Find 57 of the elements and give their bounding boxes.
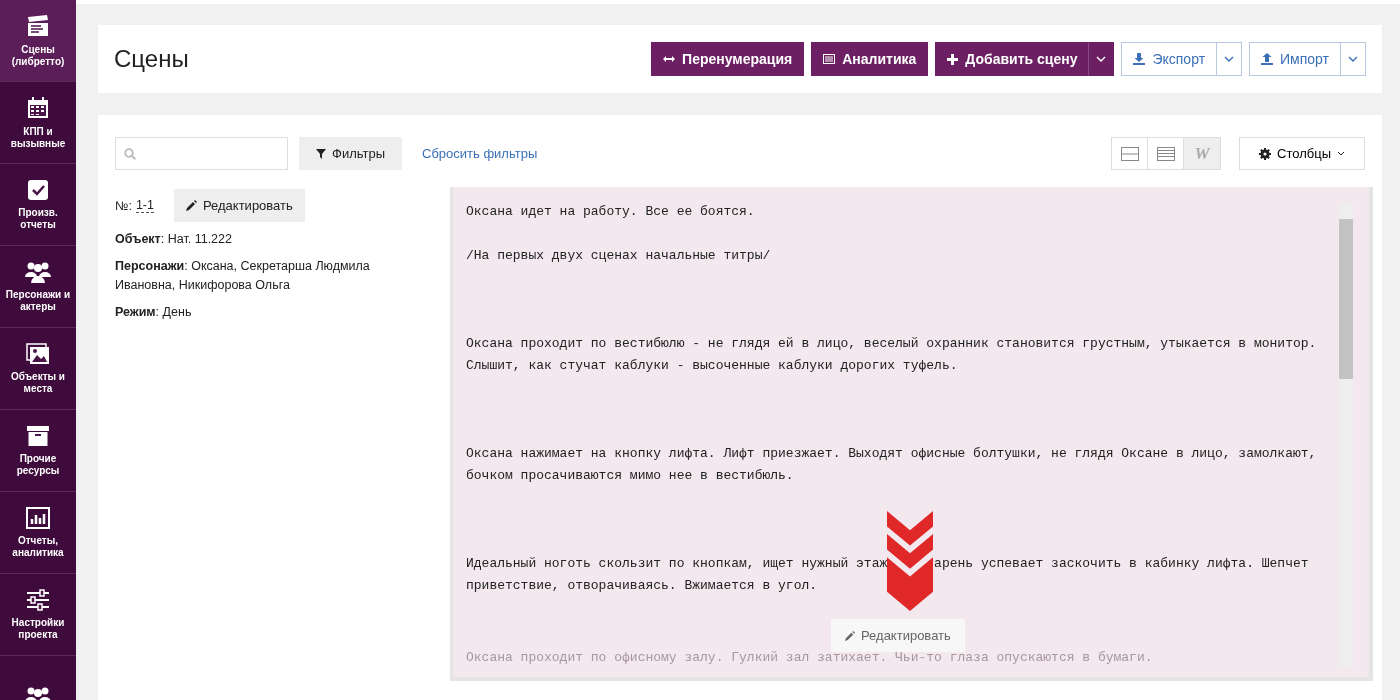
scene-field: Объект: Нат. 11.222	[115, 230, 395, 249]
calendar-icon	[26, 95, 50, 120]
search-field[interactable]	[115, 137, 288, 170]
caret-icon	[1337, 151, 1345, 156]
sidebar-item[interactable]: КПП и вызывные	[0, 82, 76, 164]
plus-icon	[947, 53, 959, 65]
scene-text-paragraph: Оксана проходит по вестибюлю - не глядя ей в лицо, веселый охранник становится грустным, утыкается в монитор. Слышит, как стучат каблуки - высоченные каблуки дорогих туфель.	[466, 335, 1318, 375]
scene-number-link[interactable]: 1-1	[135, 198, 154, 213]
caret-icon	[1224, 56, 1235, 62]
lined-rows-icon	[1156, 146, 1175, 161]
scene-text-paragraph: Идеальный ноготь скользит по кнопкам, ищет нужный этаж арень успевает заскочить в кабинку лифта. Шепчет приветствие, отворачиваясь. Вжимается в угол.	[466, 553, 1325, 597]
toolbar-button[interactable]: Аналитика	[811, 42, 929, 76]
toolbar-button[interactable]: Добавить сцену	[935, 42, 1090, 76]
pencil-icon	[845, 630, 855, 641]
split-rows-icon	[1120, 146, 1139, 161]
page-title: Сцены	[114, 45, 189, 73]
toolbar-button[interactable]: Перенумерация	[651, 42, 805, 76]
sidebar-item[interactable]: Объекты и места	[0, 328, 76, 410]
funnel-icon	[316, 148, 326, 159]
scene-text-paragraph: Оксана проходит по офисному залу. Гулкий зал затихает. Чьи-то глаза опускаются в бумаги.	[466, 649, 1154, 667]
edit-button[interactable]: Редактировать	[831, 619, 965, 652]
double-arrow-icon	[663, 55, 676, 63]
gear-icon	[1259, 147, 1272, 160]
dropdown-toggle[interactable]	[1088, 42, 1115, 76]
users-icon	[25, 260, 51, 283]
sidebar-item[interactable]: Сцены (либретто)	[0, 0, 76, 82]
caret-icon	[1348, 56, 1358, 62]
sidebar-item[interactable]: Настройки проекта	[0, 574, 76, 656]
sidebar-item[interactable]: Прочие ресурсы	[0, 410, 76, 492]
scene-text-paragraph: Оксана идет на работу. Все ее боятся.	[466, 203, 756, 221]
checkbox-icon	[27, 178, 49, 201]
down-chevron-arrow-icon	[887, 511, 934, 612]
pencil-icon	[185, 200, 197, 211]
sliders-icon	[26, 588, 50, 611]
filters-button[interactable]: Фильтры	[299, 137, 402, 170]
toolbar-button[interactable]: Импорт	[1249, 42, 1341, 76]
edit-button[interactable]: Редактировать	[173, 189, 305, 222]
sidebar-item[interactable]: Персонажи и актеры	[0, 246, 76, 328]
sidebar-item[interactable]: Отчеты, аналитика	[0, 492, 76, 574]
columns-button[interactable]: Столбцы	[1239, 137, 1365, 170]
sidebar-item[interactable]: Произв. отчеты	[0, 164, 76, 246]
upload-icon	[1261, 53, 1274, 65]
toolbar-button[interactable]: Экспорт	[1121, 42, 1218, 76]
scene-field: Персонажи: Оксана, Секретарша Людмила Ивановна, Никифорова Ольга	[115, 257, 395, 295]
number-label: №:	[115, 198, 132, 213]
scene-field: Режим: День	[115, 303, 395, 322]
image-icon	[26, 342, 50, 365]
download-icon	[1133, 53, 1146, 65]
search-icon	[124, 147, 136, 160]
reset-filters-link[interactable]: Сбросить фильтры	[422, 146, 538, 161]
clapperboard-icon	[26, 13, 50, 38]
list-icon	[823, 54, 836, 64]
caret-icon	[1096, 56, 1107, 62]
scene-text-paragraph: Оксана нажимает на кнопку лифта. Лифт приезжает. Выходят офисные болтушки, не глядя Оксане в лицо, замолкают, бочком просачиваются мимо нее в вестибюль.	[466, 445, 1318, 485]
scene-text-paragraph: /На первых двух сценах начальные титры/	[466, 247, 772, 265]
archive-box-icon	[26, 424, 50, 447]
bar-chart-icon	[26, 506, 50, 529]
